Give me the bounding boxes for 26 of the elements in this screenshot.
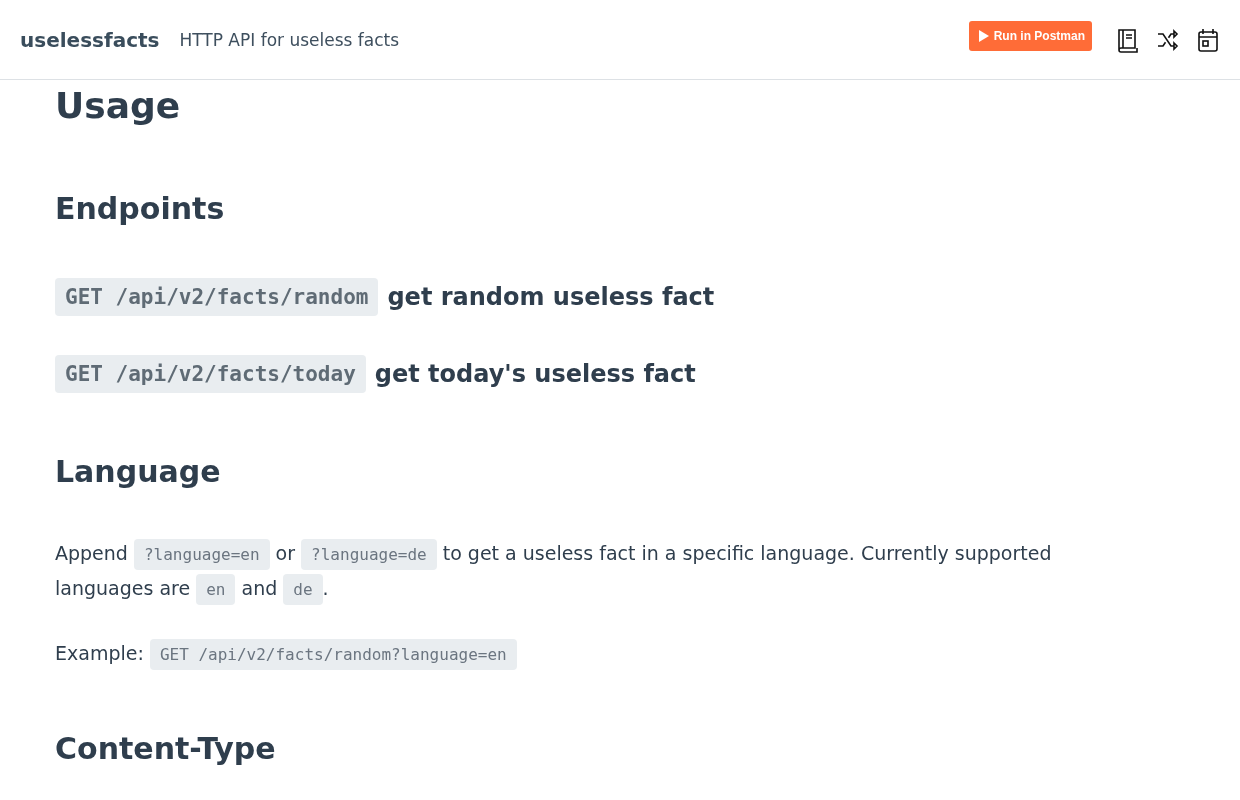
paragraph-text: Append xyxy=(55,542,128,564)
endpoint-code: GET /api/v2/facts/random xyxy=(55,278,379,316)
section-heading: Endpoints xyxy=(55,190,226,228)
play-icon xyxy=(978,29,989,42)
paragraph-text: . xyxy=(322,577,329,599)
paragraph-text: languages are xyxy=(55,577,191,599)
section-heading: Content-Type xyxy=(55,730,277,768)
paragraph-text: and xyxy=(241,577,278,599)
tagline: HTTP API for useless facts xyxy=(179,29,400,50)
inline-code: ?language=en xyxy=(133,539,270,570)
paragraph-text: to get a useless fact in a specific language. Currently supported xyxy=(442,542,1052,564)
endpoint-code: GET /api/v2/facts/today xyxy=(55,355,366,393)
paragraph-text: or xyxy=(275,542,296,564)
page-title: Usage xyxy=(55,84,182,128)
brand-name[interactable]: uselessfacts xyxy=(20,27,160,52)
inline-code: GET /api/v2/facts/random?language=en xyxy=(149,639,517,670)
endpoint-description: get random useless fact xyxy=(387,283,715,311)
inline-code: en xyxy=(196,574,236,605)
calendar-icon[interactable] xyxy=(1196,26,1220,53)
section-heading: Language xyxy=(55,453,222,491)
book-icon[interactable] xyxy=(1116,26,1140,53)
inline-code: de xyxy=(283,574,323,605)
inline-code: ?language=de xyxy=(301,539,437,570)
paragraph-text: Example: xyxy=(55,642,144,664)
shuffle-icon[interactable] xyxy=(1156,27,1180,52)
endpoint-description: get today's useless fact xyxy=(374,360,696,388)
